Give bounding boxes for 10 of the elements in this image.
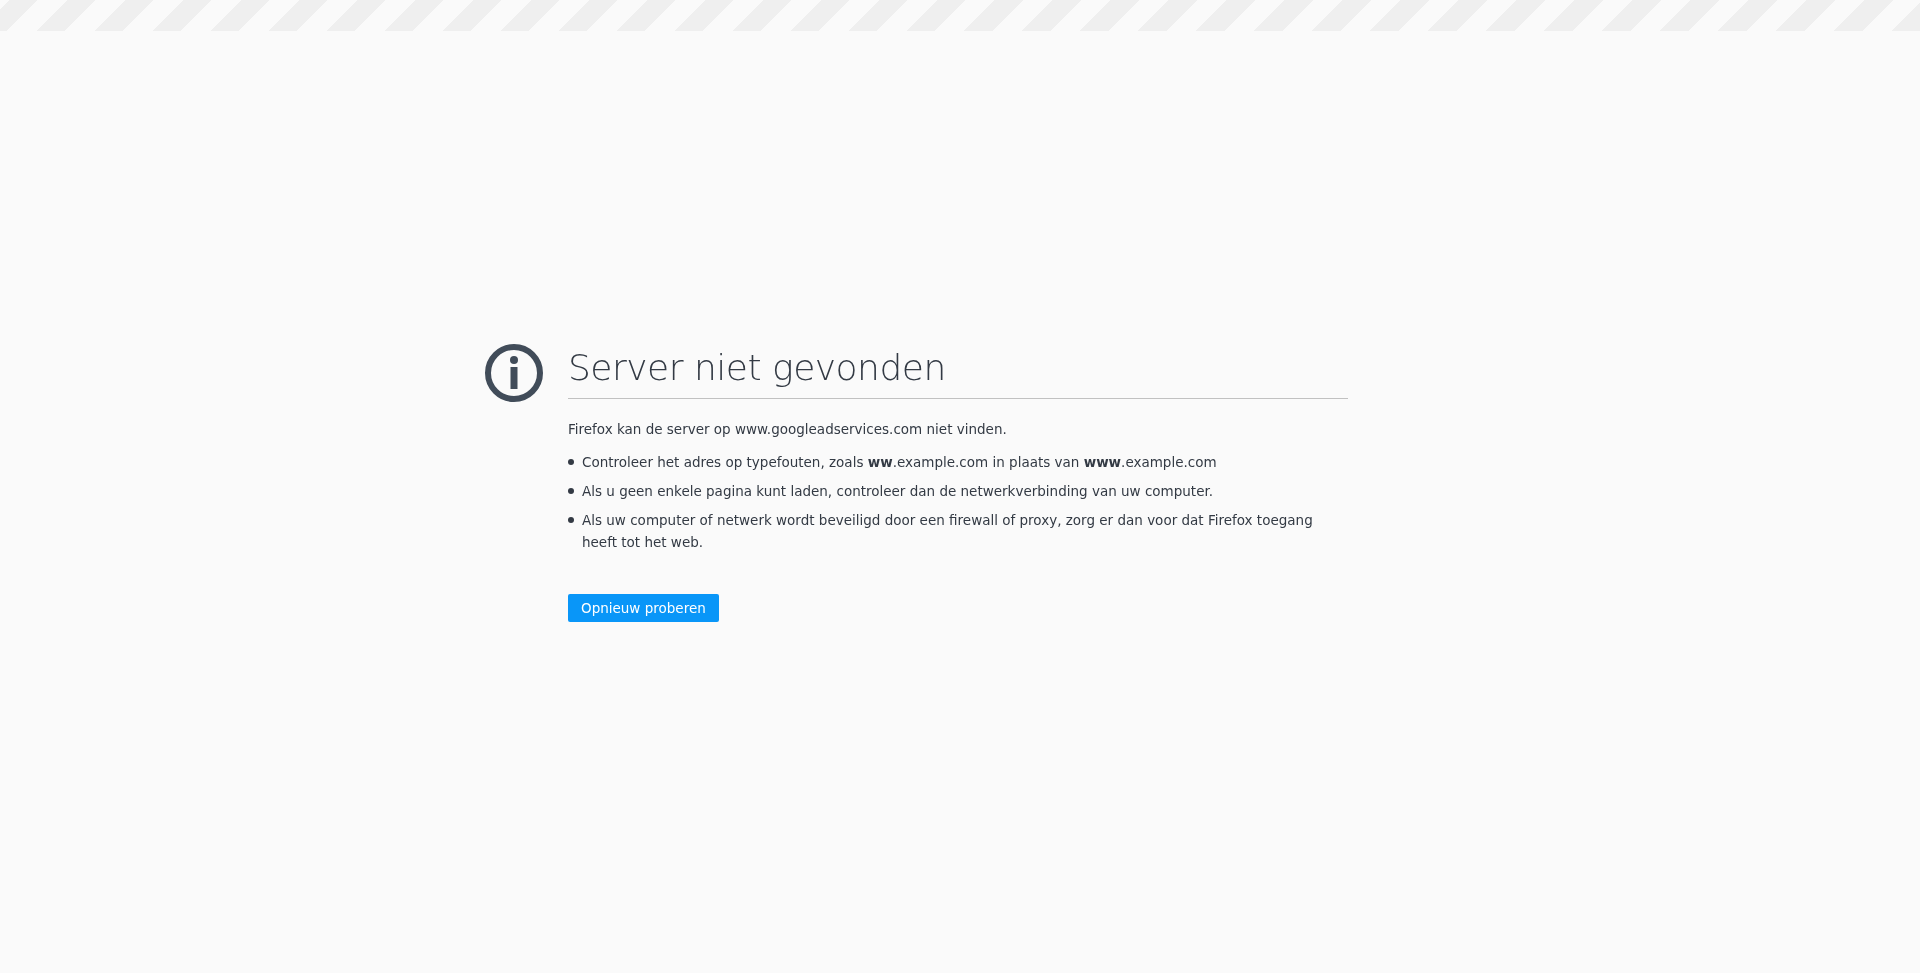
retry-button[interactable]: Opnieuw proberen — [568, 594, 719, 622]
bullet-icon — [568, 488, 574, 494]
suggestion-text: Als uw computer of netwerk wordt beveiligd door een firewall of proxy, zorg er dan voor dat Firefox toegang heeft tot het web. — [582, 511, 1314, 552]
bullet-icon — [568, 459, 574, 465]
info-icon — [484, 343, 544, 403]
bullet-icon — [568, 517, 574, 523]
error-title: Server niet gevonden — [568, 343, 1348, 399]
error-message: Firefox kan de server op www.googleadservices.com niet vinden. — [568, 421, 1008, 437]
suggestion-text: Als u geen enkele pagina kunt laden, controleer dan de netwerkverbinding van uw computer. — [582, 482, 1214, 501]
suggestion-text: Controleer het adres op typefouten, zoals ww.example.com in plaats van www.example.com — [582, 453, 1217, 472]
